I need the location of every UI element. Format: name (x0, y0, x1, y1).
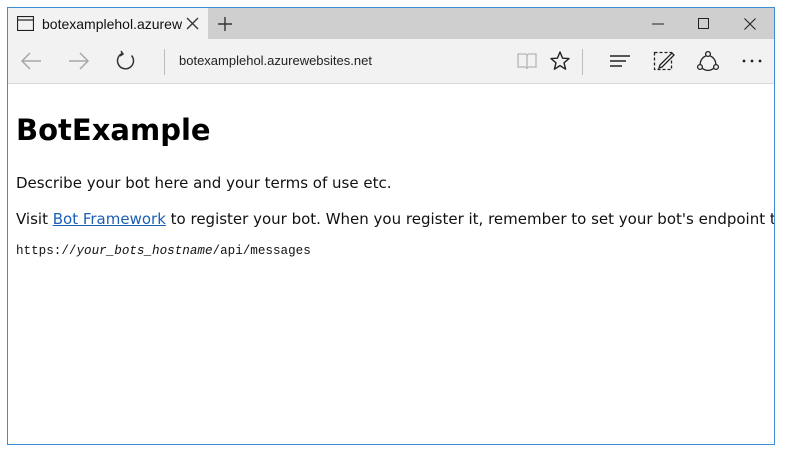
arrow-left-icon[interactable] (20, 50, 44, 72)
endpoint-path: /api/messages (212, 244, 311, 258)
separator (164, 49, 165, 75)
close-window-button[interactable] (727, 8, 773, 39)
title-bar: botexamplehol.azurewe (8, 8, 774, 39)
hub-icon[interactable] (608, 50, 632, 72)
endpoint-url: https://your_bots_hostname/api/messages (16, 243, 311, 259)
page-content: BotExample Describe your bot here and yo… (8, 85, 774, 444)
description-text: Describe your bot here and your terms of… (16, 174, 392, 192)
register-instructions: Visit Bot Framework to register your bot… (16, 209, 775, 229)
maximize-button[interactable] (681, 8, 727, 39)
endpoint-scheme: https:// (16, 244, 77, 258)
share-icon[interactable] (696, 50, 720, 72)
navigation-bar: botexamplehol.azurewebsites.net (8, 39, 774, 84)
browser-window: botexamplehol.azurewe botexamplehol.azur… (7, 7, 775, 445)
refresh-icon[interactable] (114, 50, 138, 72)
new-tab-plus-icon[interactable] (217, 16, 233, 32)
address-bar[interactable]: botexamplehol.azurewebsites.net (179, 52, 372, 70)
pen-note-icon[interactable] (652, 50, 676, 72)
ellipsis-icon[interactable] (740, 50, 764, 72)
arrow-right-icon[interactable] (66, 50, 90, 72)
separator (582, 49, 583, 75)
page-icon (16, 15, 35, 32)
star-icon[interactable] (548, 50, 572, 72)
register-suffix: to register your bot. When you register … (165, 210, 775, 228)
book-icon[interactable] (515, 50, 539, 72)
browser-tab[interactable]: botexamplehol.azurewe (8, 8, 208, 39)
tab-title: botexamplehol.azurewe (42, 16, 182, 32)
page-title: BotExample (16, 113, 211, 147)
close-tab-icon[interactable] (186, 17, 199, 30)
bot-framework-link[interactable]: Bot Framework (53, 210, 166, 228)
minimize-button[interactable] (635, 8, 681, 39)
endpoint-hostname: your_bots_hostname (76, 244, 213, 258)
register-prefix: Visit (16, 210, 53, 228)
